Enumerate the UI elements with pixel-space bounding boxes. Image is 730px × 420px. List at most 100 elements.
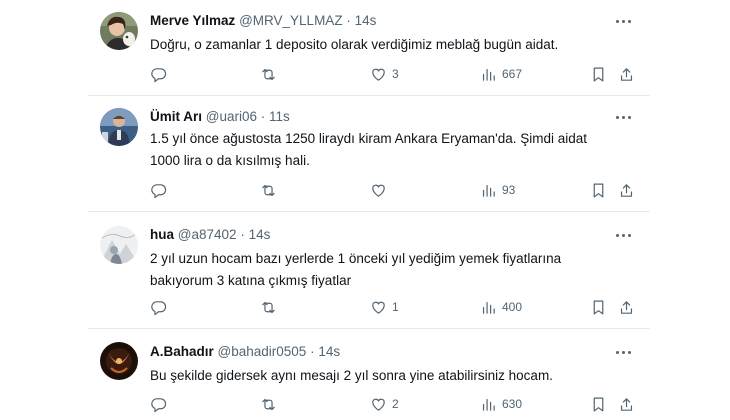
tweet-text-line: 1000 lira o da kısılmış hali. (150, 153, 310, 168)
separator: · (240, 227, 245, 242)
timestamp[interactable]: 14s (355, 13, 377, 28)
action-bar: 93 (150, 180, 638, 200)
views-button[interactable]: 400 (480, 297, 522, 317)
retweet-icon (262, 301, 275, 313)
retweet-icon (262, 398, 275, 410)
like-count: 1 (392, 300, 399, 314)
reply-icon (151, 397, 167, 412)
author-name[interactable]: Ümit Arı (150, 109, 202, 124)
share-icon (620, 300, 633, 314)
retweet-button[interactable] (260, 64, 282, 84)
action-bar: 2 630 (150, 394, 638, 414)
timestamp[interactable]: 14s (249, 227, 271, 242)
share-button[interactable] (618, 180, 635, 200)
author-handle[interactable]: @bahadir0505 (218, 344, 307, 359)
avatar[interactable] (100, 12, 138, 50)
share-button[interactable] (618, 394, 635, 414)
author-name[interactable]: hua (150, 227, 174, 242)
share-icon (620, 397, 633, 411)
views-icon (482, 398, 495, 411)
separator: · (260, 109, 266, 124)
bookmark-icon (593, 183, 604, 197)
heart-icon (372, 184, 385, 197)
bookmark-icon (593, 300, 604, 314)
action-bar: 3 667 (150, 64, 638, 84)
more-icon[interactable] (614, 226, 632, 244)
separator: · (346, 13, 351, 28)
share-icon (620, 67, 633, 81)
tweet[interactable]: A.Bahadır @bahadir0505 · 14s Bu şekilde … (0, 329, 730, 420)
like-button[interactable]: 2 (370, 394, 399, 414)
views-icon (482, 184, 495, 197)
bookmark-button[interactable] (590, 297, 607, 317)
bookmark-icon (593, 67, 604, 81)
timestamp[interactable]: 11s (269, 109, 290, 124)
views-button[interactable]: 667 (480, 64, 522, 84)
bookmark-button[interactable] (590, 64, 607, 84)
tweet-text-line: Doğru, o zamanlar 1 deposito olarak verd… (150, 37, 559, 52)
reply-button[interactable] (150, 394, 172, 414)
tweet-text-line: 2 yıl uzun hocam bazı yerlerde 1 önceki … (150, 251, 562, 266)
like-button[interactable]: 1 (370, 297, 399, 317)
reply-icon (151, 300, 167, 315)
author-name[interactable]: A.Bahadır (150, 344, 214, 359)
bookmark-icon (593, 397, 604, 411)
tweet-text: 2 yıl uzun hocam bazı yerlerde 1 önceki … (150, 248, 634, 292)
tweet[interactable]: Merve Yılmaz @MRV_YLLMAZ · 14s Doğru, o … (0, 0, 730, 96)
like-count: 2 (392, 397, 399, 411)
heart-icon (372, 398, 385, 411)
like-count: 3 (392, 67, 399, 81)
views-icon (482, 68, 495, 81)
author-handle[interactable]: @MRV_YLLMAZ (239, 13, 343, 28)
views-icon (482, 301, 495, 314)
like-button[interactable]: 3 (370, 64, 399, 84)
view-count: 400 (502, 300, 523, 314)
reply-icon (151, 67, 167, 82)
avatar[interactable] (100, 226, 138, 264)
action-bar: 1 400 (150, 297, 638, 317)
views-button[interactable]: 93 (480, 180, 515, 200)
avatar[interactable] (100, 342, 138, 380)
share-icon (620, 183, 633, 197)
heart-icon (372, 68, 385, 81)
tweet-text: 1.5 yıl önce ağustosta 1250 liraydı kira… (150, 128, 634, 172)
timestamp[interactable]: 14s (318, 344, 340, 359)
retweet-button[interactable] (260, 297, 282, 317)
share-button[interactable] (618, 297, 635, 317)
more-icon[interactable] (614, 108, 632, 126)
author-name[interactable]: Merve Yılmaz (150, 13, 235, 28)
tweet[interactable]: Ümit Arı @uari06 · 11s 1.5 yıl önce ağus… (0, 96, 730, 212)
tweet-text-line: bakıyorum 3 katına çıkmış fiyatlar (150, 273, 352, 288)
retweet-button[interactable] (260, 180, 282, 200)
author-handle[interactable]: @a87402 (178, 227, 237, 242)
reply-button[interactable] (150, 64, 172, 84)
tweet-text-line: 1.5 yıl önce ağustosta 1250 liraydı kira… (150, 131, 588, 146)
retweet-icon (262, 68, 275, 80)
tweet-header: A.Bahadır @bahadir0505 · 14s (150, 343, 620, 361)
separator: · (310, 344, 315, 359)
view-count: 630 (502, 397, 523, 411)
view-count: 667 (502, 67, 523, 81)
views-button[interactable]: 630 (480, 394, 522, 414)
tweet-text: Doğru, o zamanlar 1 deposito olarak verd… (150, 34, 634, 56)
view-count: 93 (502, 183, 516, 197)
tweet-header: hua @a87402 · 14s (150, 226, 620, 244)
like-button[interactable] (370, 180, 392, 200)
retweet-button[interactable] (260, 394, 282, 414)
bookmark-button[interactable] (590, 180, 607, 200)
tweet-header: Merve Yılmaz @MRV_YLLMAZ · 14s (150, 12, 620, 30)
avatar[interactable] (100, 108, 138, 146)
author-handle[interactable]: @uari06 (206, 109, 257, 124)
more-icon[interactable] (614, 343, 632, 361)
more-icon[interactable] (614, 12, 632, 30)
reply-button[interactable] (150, 180, 172, 200)
retweet-icon (262, 184, 275, 196)
reply-button[interactable] (150, 297, 172, 317)
bookmark-button[interactable] (590, 394, 607, 414)
tweet-header: Ümit Arı @uari06 · 11s (150, 108, 620, 126)
tweet-text: Bu şekilde gidersek aynı mesajı 2 yıl so… (150, 365, 634, 387)
reply-icon (151, 183, 167, 198)
tweet[interactable]: hua @a87402 · 14s 2 yıl uzun hocam bazı … (0, 212, 730, 329)
share-button[interactable] (618, 64, 635, 84)
tweet-text-line: Bu şekilde gidersek aynı mesajı 2 yıl so… (150, 368, 553, 383)
